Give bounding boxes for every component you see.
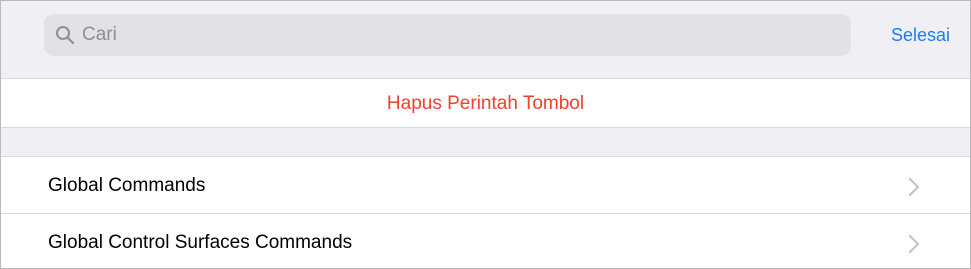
list-item-global-control-surfaces-commands[interactable]: Global Control Surfaces Commands <box>1 213 970 268</box>
command-group-list: Global Commands Global Control Surfaces … <box>1 156 970 268</box>
settings-panel: Cari Selesai Hapus Perintah Tombol Globa… <box>0 0 971 269</box>
list-item-global-commands[interactable]: Global Commands <box>1 157 970 213</box>
delete-key-commands-button[interactable]: Hapus Perintah Tombol <box>1 79 970 128</box>
search-bar: Cari Selesai <box>1 1 970 79</box>
list-item-label: Global Commands <box>48 175 206 196</box>
done-button[interactable]: Selesai <box>891 25 950 46</box>
search-input[interactable]: Cari <box>44 14 851 56</box>
chevron-right-icon <box>908 234 920 254</box>
list-item-label: Global Control Surfaces Commands <box>48 232 353 253</box>
search-icon <box>56 26 75 45</box>
delete-key-commands-label: Hapus Perintah Tombol <box>386 93 585 114</box>
chevron-right-icon <box>908 177 920 197</box>
search-placeholder: Cari <box>82 24 117 45</box>
section-spacer <box>1 128 970 155</box>
